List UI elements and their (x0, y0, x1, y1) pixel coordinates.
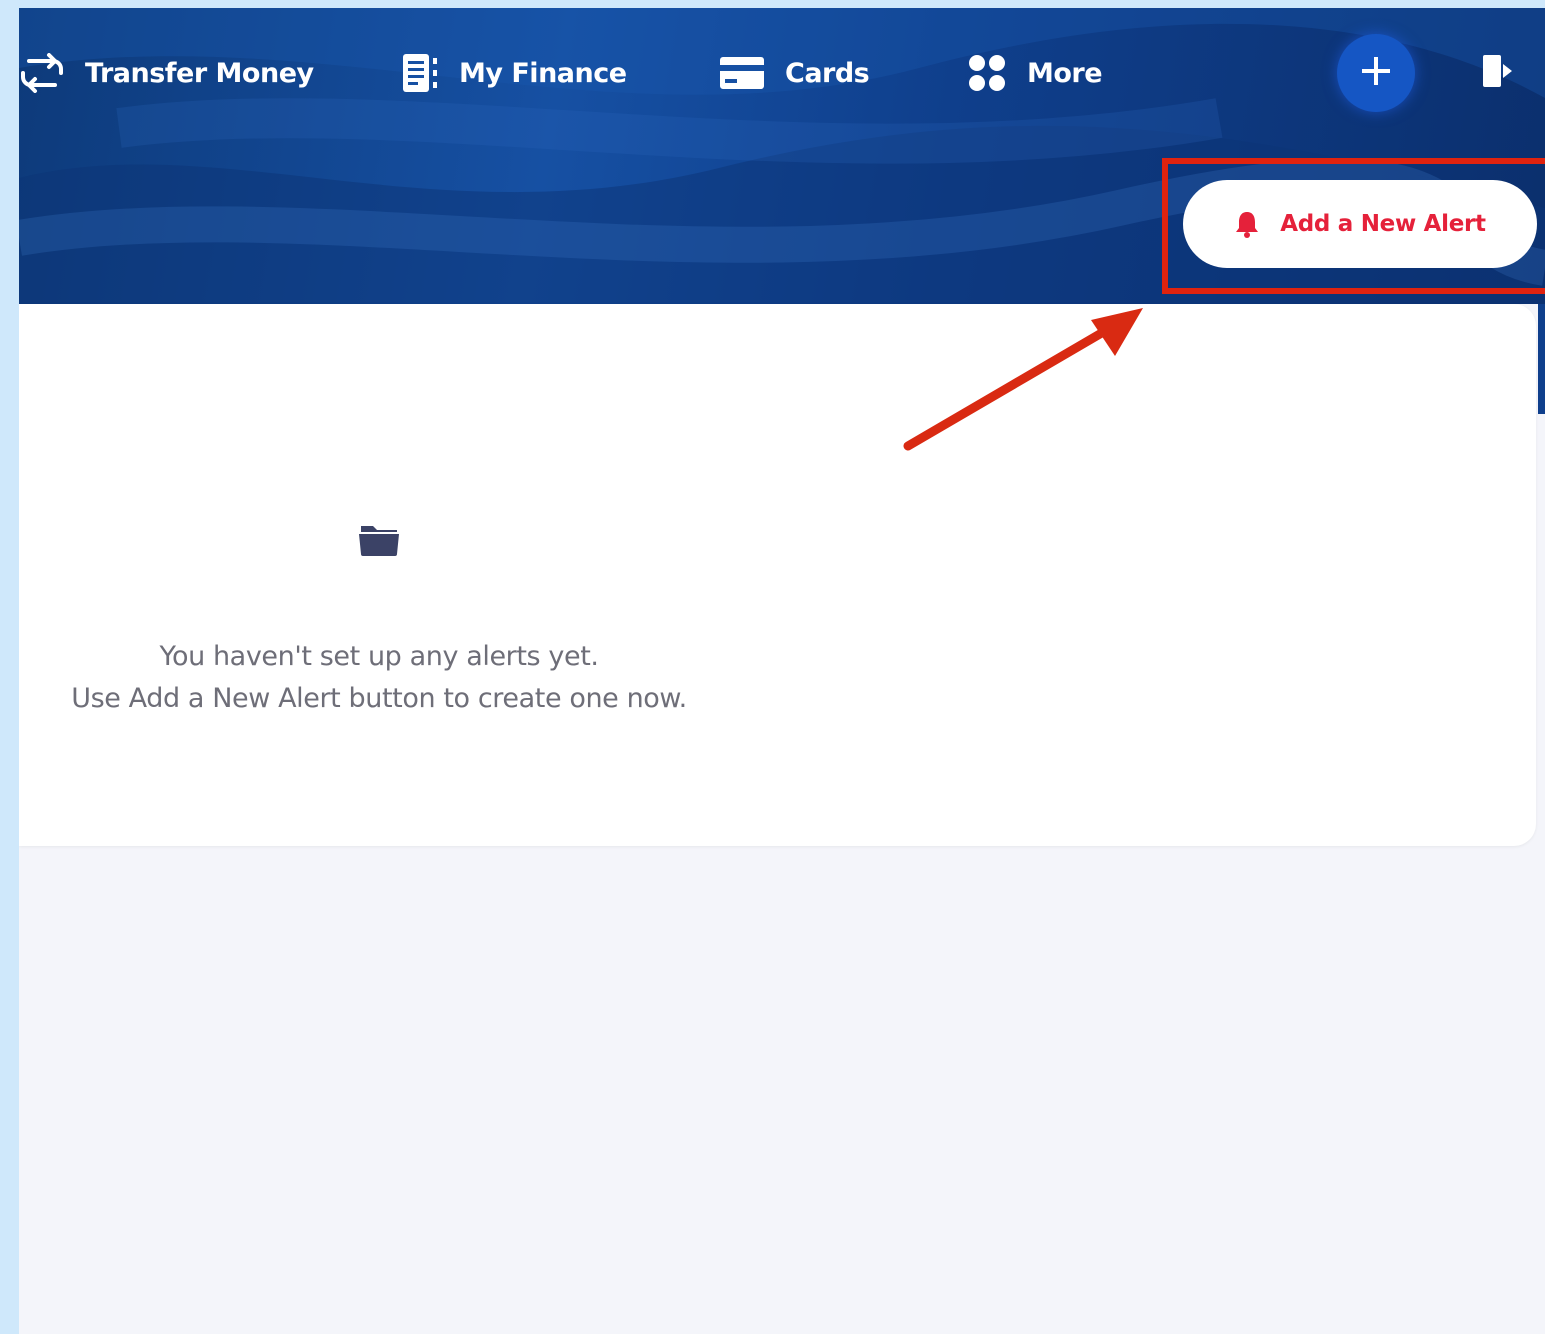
credit-card-icon (719, 55, 765, 91)
plus-icon (1359, 54, 1393, 92)
top-navigation: Transfer Money My Finance Cards More (19, 48, 1545, 98)
alerts-panel (19, 304, 1536, 846)
empty-state-line-1: You haven't set up any alerts yet. (159, 641, 599, 672)
nav-item-label: My Finance (459, 57, 627, 89)
grid-dots-icon (967, 53, 1007, 93)
nav-item-label: Transfer Money (85, 57, 314, 89)
header-edge (1538, 304, 1545, 414)
nav-item-my-finance[interactable]: My Finance (401, 48, 627, 98)
nav-item-more[interactable]: More (967, 48, 1103, 98)
empty-state-line-2: Use Add a New Alert button to create one… (71, 683, 687, 714)
logout-icon (1479, 53, 1515, 93)
nav-item-transfer-money[interactable]: Transfer Money (19, 48, 314, 98)
logout-button[interactable] (1477, 52, 1517, 94)
transfer-icon (19, 53, 65, 93)
annotation-highlight-box (1162, 158, 1545, 294)
page: Transfer Money My Finance Cards More Add… (19, 8, 1545, 1334)
nav-item-cards[interactable]: Cards (719, 48, 870, 98)
folder-icon (357, 516, 401, 560)
nav-item-label: Cards (785, 57, 870, 89)
nav-item-label: More (1027, 57, 1103, 89)
finance-ledger-icon (401, 52, 439, 94)
add-button[interactable] (1337, 34, 1415, 112)
